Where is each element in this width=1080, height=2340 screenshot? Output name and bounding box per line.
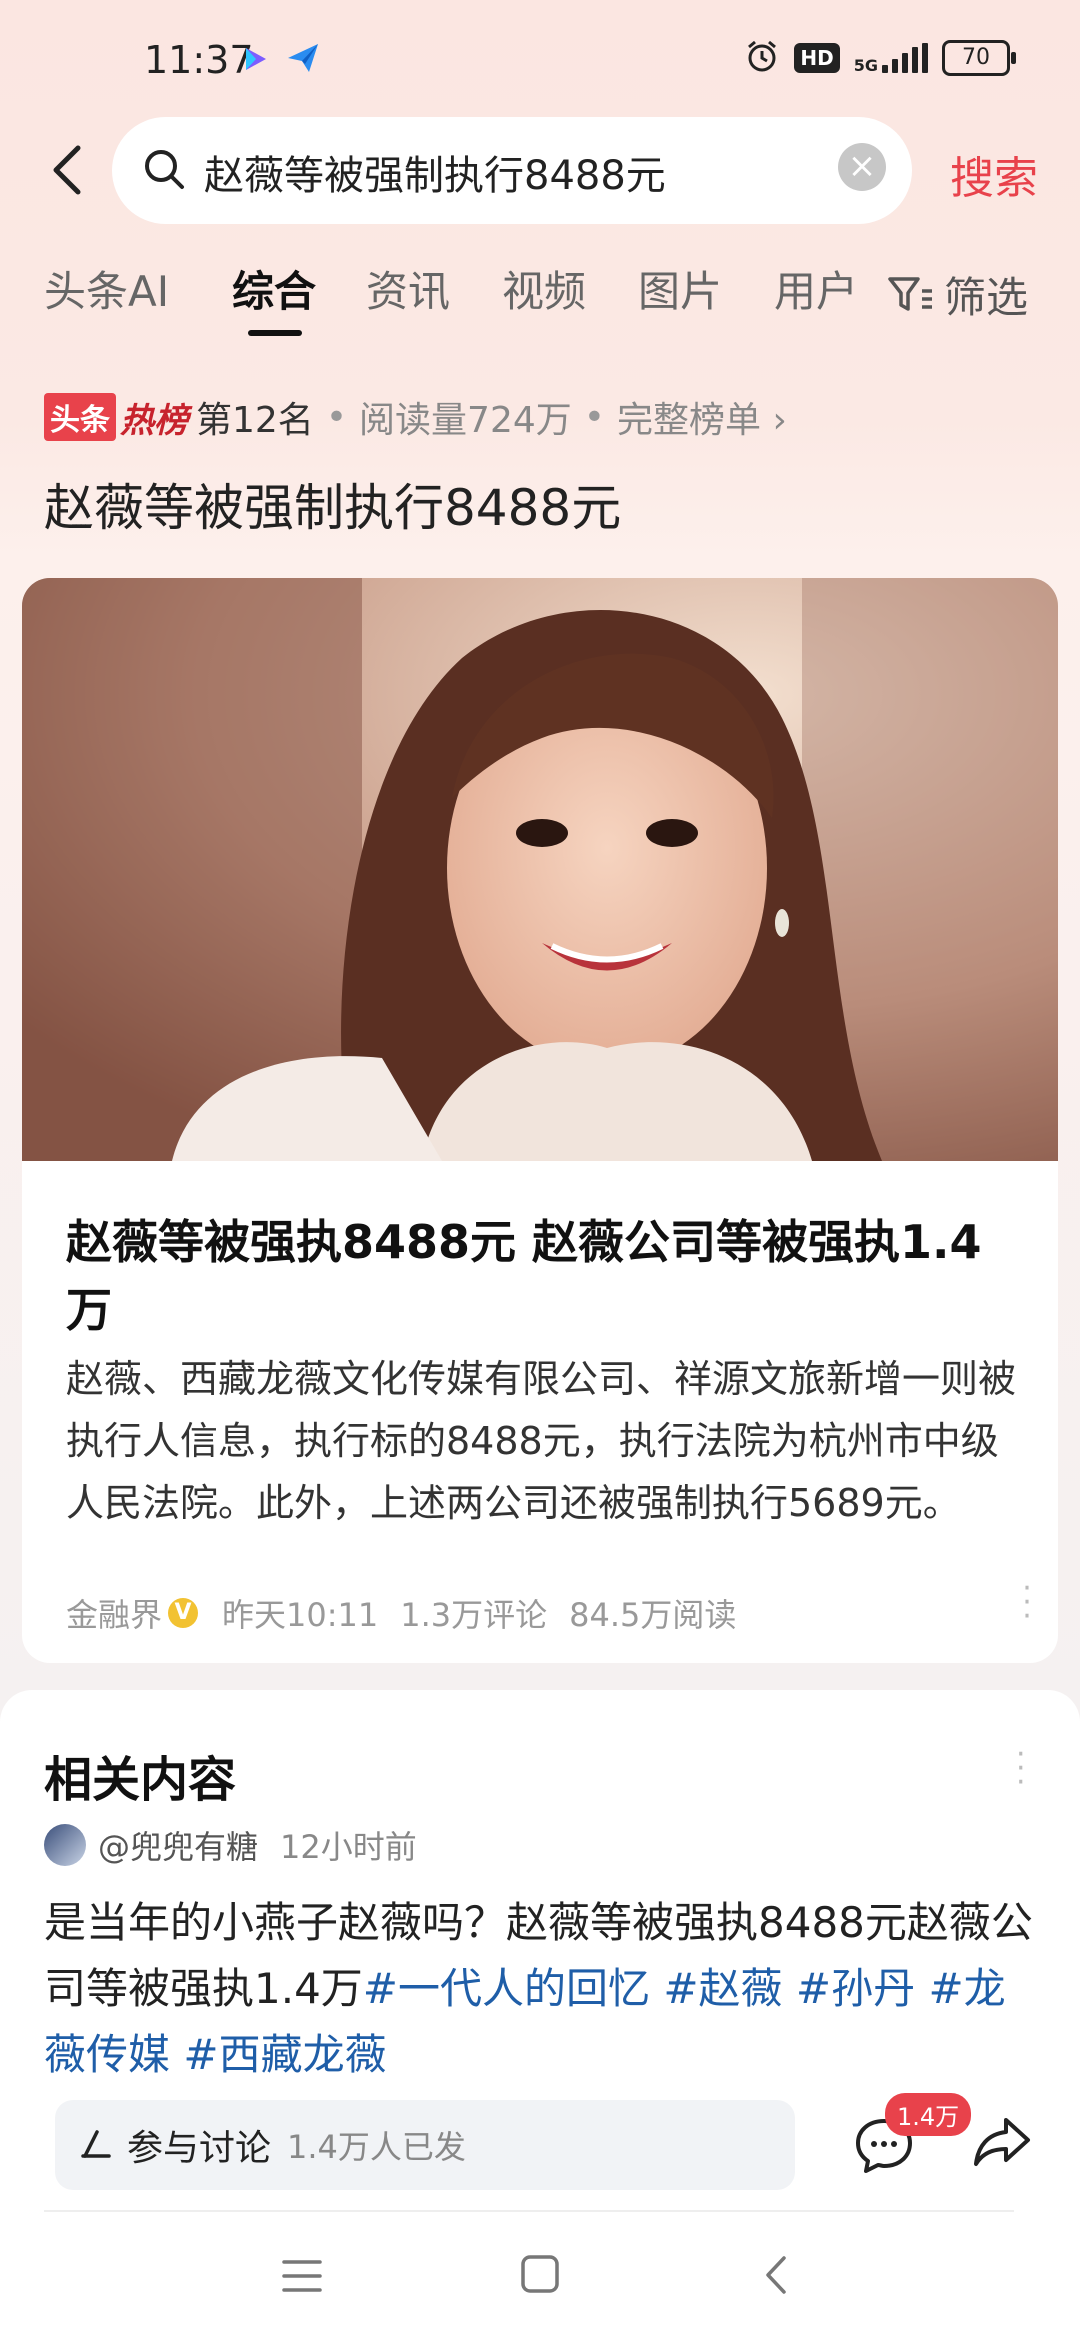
menu-icon[interactable] xyxy=(282,2256,322,2300)
article-meta: 金融界 V 昨天10:11 1.3万评论 84.5万阅读 xyxy=(66,1590,758,1636)
status-bar: 11:37 HD 5G 70 xyxy=(0,0,1080,120)
search-input[interactable]: 赵薇等被强制执行8488元 × xyxy=(112,117,912,224)
discuss-label: 参与讨论 xyxy=(127,2128,272,2169)
pen-icon xyxy=(79,2126,113,2164)
article-card[interactable]: 赵薇等被强执8488元 赵薇公司等被强执1.4万 赵薇、西藏龙薇文化传媒有限公司… xyxy=(22,578,1058,1663)
back-arrow-icon xyxy=(53,145,81,195)
tab-video[interactable]: 视频 xyxy=(502,258,586,319)
battery-icon: 70 xyxy=(942,40,1016,76)
search-button[interactable]: 搜索 xyxy=(950,142,1038,206)
tab-news[interactable]: 资讯 xyxy=(366,258,450,319)
video-app-icon xyxy=(240,44,270,78)
hashtag[interactable]: #西藏龙薇 xyxy=(183,2030,386,2079)
hashtag[interactable]: #赵薇 xyxy=(663,1964,782,2013)
tab-toutiao-ai[interactable]: 头条AI xyxy=(44,258,169,319)
article-title[interactable]: 赵薇等被强执8488元 赵薇公司等被强执1.4万 xyxy=(66,1208,1026,1344)
hashtag[interactable]: #孙丹 xyxy=(796,1964,915,2013)
tab-comprehensive[interactable]: 综合 xyxy=(232,258,316,319)
comment-count-badge: 1.4万 xyxy=(885,2093,972,2136)
author-row: @兜兜有糖 12小时前 xyxy=(44,1822,417,1868)
related-title: 相关内容 xyxy=(44,1752,237,1808)
send-app-icon xyxy=(285,40,321,80)
discuss-count: 1.4万人已发 xyxy=(287,2128,466,2166)
hot-reads: 阅读量724万 xyxy=(359,400,572,441)
filter-icon xyxy=(888,276,932,311)
article-time: 昨天10:11 xyxy=(222,1596,379,1634)
hashtag[interactable]: #一代人的回忆 xyxy=(363,1964,650,2013)
hd-badge: HD xyxy=(794,43,840,73)
clear-icon[interactable]: × xyxy=(838,143,886,191)
tab-bar: 头条AI 综合 资讯 视频 图片 用户 筛选 xyxy=(0,258,1080,338)
search-icon xyxy=(142,147,186,195)
join-discussion-button[interactable]: 参与讨论 1.4万人已发 xyxy=(55,2100,795,2190)
alarm-icon xyxy=(744,38,780,78)
tab-users[interactable]: 用户 xyxy=(774,258,858,319)
separator-dot: • xyxy=(325,396,348,438)
divider xyxy=(44,2210,1014,2212)
hot-list-logo[interactable]: 头条 热榜 xyxy=(44,393,188,442)
filter-label: 筛选 xyxy=(944,273,1029,322)
post-text[interactable]: 是当年的小燕子赵薇吗？赵薇等被强执8488元赵薇公司等被强执1.4万#一代人的回… xyxy=(44,1890,1044,2088)
hot-list-row: 头条 热榜 第12名 • 阅读量724万 • 完整榜单 › xyxy=(44,392,787,442)
home-icon[interactable] xyxy=(520,2254,560,2298)
article-summary: 赵薇、西藏龙薇文化传媒有限公司、祥源文旅新增一则被执行人信息，执行标的8488元… xyxy=(66,1357,1017,1525)
full-list-link[interactable]: 完整榜单 › xyxy=(617,391,787,443)
more-options-icon[interactable]: · · · xyxy=(1016,1740,1026,1798)
status-right: HD 5G 70 xyxy=(744,38,1016,78)
separator-dot: • xyxy=(583,396,605,438)
filter-button[interactable]: 筛选 xyxy=(888,264,1028,325)
post-time: 12小时前 xyxy=(280,1828,417,1866)
more-options-icon[interactable]: · · · xyxy=(1007,1574,1047,1632)
article-comments: 1.3万评论 xyxy=(400,1596,548,1634)
article-photo[interactable] xyxy=(22,578,1058,1161)
author-name[interactable]: @兜兜有糖 xyxy=(98,1822,258,1868)
avatar[interactable] xyxy=(44,1824,86,1866)
article-reads: 84.5万阅读 xyxy=(569,1596,737,1634)
verified-icon: V xyxy=(168,1598,199,1628)
back-button[interactable] xyxy=(40,140,100,200)
tab-images[interactable]: 图片 xyxy=(638,258,722,319)
search-query[interactable]: 赵薇等被强制执行8488元 xyxy=(204,143,666,201)
nav-back-icon[interactable] xyxy=(762,2254,792,2300)
share-icon[interactable] xyxy=(972,2114,1032,2174)
system-nav-bar xyxy=(0,2220,1080,2340)
page-title: 赵薇等被强制执行8488元 xyxy=(44,479,622,537)
article-source[interactable]: 金融界 xyxy=(66,1590,162,1636)
hot-rank: 第12名 xyxy=(196,400,314,441)
tab-active-indicator xyxy=(248,330,302,336)
status-time: 11:37 xyxy=(144,38,254,82)
signal-icon: 5G xyxy=(854,43,928,74)
